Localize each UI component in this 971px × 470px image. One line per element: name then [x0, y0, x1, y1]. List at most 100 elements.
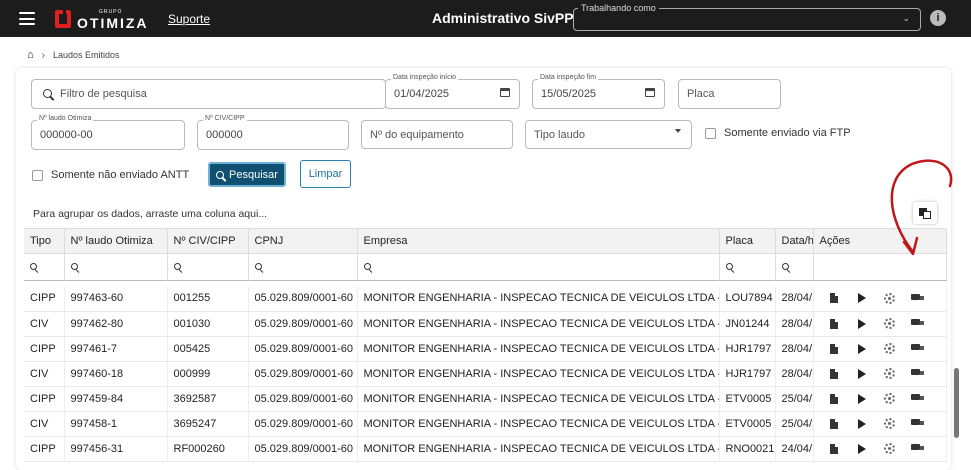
document-icon[interactable]	[820, 393, 848, 404]
search-button[interactable]: Pesquisar	[208, 162, 286, 187]
column-filter-cell[interactable]	[24, 253, 65, 281]
clear-button[interactable]: Limpar	[300, 160, 351, 188]
home-icon[interactable]: ⌂	[27, 49, 34, 61]
table-cell: 05.029.809/0001-60	[248, 336, 358, 362]
table-cell: 28/04/	[775, 336, 814, 362]
truck-icon[interactable]	[904, 369, 932, 378]
column-filter-cell[interactable]	[64, 253, 168, 281]
gear-icon-glyph	[884, 292, 895, 304]
dropdown-arrow-icon	[675, 129, 681, 133]
play-icon-glyph	[857, 418, 866, 429]
working-as-select[interactable]: Trabalhando como ⌄	[573, 3, 921, 31]
placa-field[interactable]: Placa	[678, 79, 781, 109]
search-icon	[363, 262, 371, 270]
column-header[interactable]: Nº laudo Otimiza	[64, 229, 168, 254]
table-row[interactable]: CIPP 997461-7 005425 05.029.809/0001-60 MONI…	[24, 336, 947, 362]
truck-icon[interactable]	[904, 444, 932, 453]
table-cell: 997461-7	[64, 336, 168, 362]
gear-icon[interactable]	[876, 418, 904, 429]
laudo-number-field[interactable]: Nº laudo Otimiza 000000-00	[31, 115, 185, 150]
table-cell: CIV	[24, 311, 65, 337]
gear-icon[interactable]	[876, 343, 904, 354]
table-cell: 001255	[167, 286, 249, 312]
table-row[interactable]: CIV 997458-1 3695247 05.029.809/0001-60 MONI…	[24, 411, 947, 437]
document-icon[interactable]	[820, 293, 848, 304]
breadcrumb-current: Laudos Emitidos	[53, 50, 120, 60]
column-filter-cell[interactable]	[719, 253, 776, 281]
column-header[interactable]: Data/h	[775, 229, 814, 254]
gear-icon-glyph	[884, 418, 895, 429]
info-icon[interactable]: i	[930, 10, 946, 26]
grid-scrollbar[interactable]	[954, 368, 959, 438]
column-filter-cell[interactable]	[357, 253, 720, 281]
gear-icon-glyph	[884, 368, 895, 379]
table-row[interactable]: CIPP 997463-60 001255 05.029.809/0001-60 MON…	[24, 286, 947, 312]
gear-icon[interactable]	[876, 443, 904, 454]
antt-not-sent-checkbox[interactable]: Somente não enviado ANTT	[32, 169, 189, 181]
gear-icon-glyph	[884, 343, 895, 354]
checkbox-box[interactable]	[705, 127, 716, 139]
table-cell: ETV0005	[719, 386, 776, 412]
ftp-only-checkbox[interactable]: Somente enviado via FTP	[705, 127, 851, 139]
truck-icon[interactable]	[904, 344, 932, 353]
table-row[interactable]: CIV 997462-80 001030 05.029.809/0001-60 MONI…	[24, 311, 947, 337]
play-icon[interactable]	[848, 418, 876, 429]
column-header[interactable]: CPNJ	[248, 229, 358, 254]
date-end-field[interactable]: Data inspeção fim 15/05/2025	[532, 74, 665, 109]
truck-icon[interactable]	[904, 419, 932, 428]
document-icon[interactable]	[820, 418, 848, 429]
document-icon[interactable]	[820, 368, 848, 379]
gear-icon[interactable]	[876, 292, 904, 304]
calendar-icon[interactable]	[645, 88, 655, 97]
gear-icon[interactable]	[876, 393, 904, 404]
column-filter-cell[interactable]	[775, 253, 814, 281]
table-cell: 997458-1	[64, 411, 168, 437]
document-icon[interactable]	[820, 443, 848, 454]
play-icon-glyph	[857, 318, 866, 329]
gear-icon-glyph	[884, 443, 895, 454]
document-icon[interactable]	[820, 343, 848, 354]
play-icon[interactable]	[848, 368, 876, 379]
truck-icon[interactable]	[904, 319, 932, 328]
table-cell: MONITOR ENGENHARIA - INSPECAO TECNICA DE…	[357, 336, 720, 362]
calendar-icon[interactable]	[500, 88, 510, 97]
column-filter-cell[interactable]	[248, 253, 358, 281]
column-header[interactable]: Placa	[719, 229, 776, 254]
column-header[interactable]: Nº CIV/CIPP	[167, 229, 249, 254]
truck-icon[interactable]	[904, 394, 932, 403]
play-icon[interactable]	[848, 318, 876, 329]
equipment-number-field[interactable]: Nº do equipamento	[361, 120, 513, 149]
actions-cell	[813, 311, 947, 337]
column-header[interactable]: Empresa	[357, 229, 720, 254]
table-cell: CIPP	[24, 436, 65, 462]
actions-cell	[813, 361, 947, 387]
civ-cipp-field[interactable]: Nº CIV/CIPP 000000	[197, 115, 349, 150]
gear-icon-glyph	[884, 318, 895, 329]
checkbox-box[interactable]	[32, 169, 43, 181]
play-icon[interactable]	[848, 393, 876, 404]
document-icon[interactable]	[820, 318, 848, 329]
document-icon-glyph	[829, 418, 838, 429]
table-cell: MONITOR ENGENHARIA - INSPECAO TECNICA DE…	[357, 361, 720, 387]
table-cell: HJR1797	[719, 361, 776, 387]
tipo-laudo-select[interactable]: Tipo laudo	[525, 120, 692, 149]
search-icon	[781, 262, 789, 270]
table-row[interactable]: CIPP 997456-31 RF000260 05.029.809/0001-60 M…	[24, 436, 947, 462]
support-link[interactable]: Suporte	[168, 12, 210, 26]
play-icon[interactable]	[848, 343, 876, 354]
column-header[interactable]: Tipo	[24, 229, 65, 254]
gear-icon[interactable]	[876, 368, 904, 379]
table-cell: MONITOR ENGENHARIA - INSPECAO TECNICA DE…	[357, 286, 720, 312]
search-input[interactable]: Filtro de pesquisa	[31, 79, 386, 109]
table-cell: CIPP	[24, 336, 65, 362]
menu-icon[interactable]	[19, 12, 35, 25]
date-start-field[interactable]: Data inspeção início 01/04/2025	[385, 74, 520, 109]
table-row[interactable]: CIV 997460-18 000999 05.029.809/0001-60 MONI…	[24, 361, 947, 387]
play-icon[interactable]	[848, 443, 876, 454]
gear-icon[interactable]	[876, 318, 904, 329]
play-icon[interactable]	[848, 293, 876, 304]
truck-icon[interactable]	[904, 293, 932, 303]
actions-cell	[813, 436, 947, 462]
column-filter-cell[interactable]	[167, 253, 249, 281]
table-row[interactable]: CIPP 997459-84 3692587 05.029.809/0001-60 MO…	[24, 386, 947, 412]
